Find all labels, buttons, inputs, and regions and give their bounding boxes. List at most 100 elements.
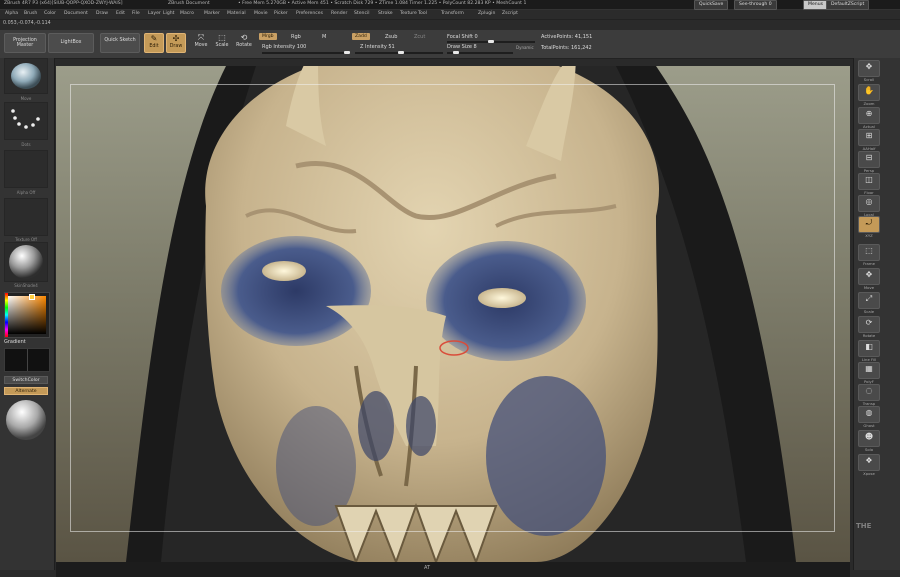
bottom-tray: AT <box>56 562 850 577</box>
menu-zplugin[interactable]: Zplugin <box>478 11 495 16</box>
gradient-swatches[interactable] <box>4 348 50 372</box>
mrgb-toggle[interactable]: Mrgb <box>259 33 277 40</box>
rgb-intensity-track[interactable] <box>262 52 350 54</box>
alpha-slot[interactable] <box>4 150 48 188</box>
focal-shift-slider[interactable]: Focal Shift 0 <box>447 34 478 40</box>
rt-frame-button[interactable]: ⬚ <box>858 244 880 261</box>
zcut-toggle[interactable]: Zcut <box>414 34 425 40</box>
alternate-button[interactable]: Alternate <box>4 387 48 395</box>
menu-macro[interactable]: Macro <box>180 11 194 16</box>
menu-picker[interactable]: Picker <box>274 11 288 16</box>
sculpt-model[interactable] <box>56 66 850 562</box>
menu-zscript[interactable]: Zscript <box>502 11 518 16</box>
menu-render[interactable]: Render <box>331 11 347 16</box>
lightbox-button[interactable]: LightBox <box>48 33 94 53</box>
total-points-readout: TotalPoints: 161,242 <box>541 45 592 51</box>
scroll-icon: ✥ <box>865 62 873 71</box>
dynamic-toggle[interactable]: Dynamic <box>516 45 534 50</box>
z-intensity-knob[interactable] <box>398 51 404 54</box>
rt-local-button[interactable]: ◎ <box>858 195 880 212</box>
document-canvas[interactable] <box>56 66 850 562</box>
rt-move-label: Move <box>863 285 875 290</box>
actual-icon: ⊕ <box>865 109 873 118</box>
rt-move-button[interactable]: ✥ <box>858 268 880 285</box>
rgb-intensity-slider[interactable]: Rgb Intensity 100 <box>262 44 306 50</box>
rotate-button[interactable]: ⟲ Rotate <box>234 33 254 53</box>
rt-scale-label: Scale <box>863 309 875 314</box>
menu-document[interactable]: Document <box>64 11 88 16</box>
menu-material[interactable]: Material <box>227 11 246 16</box>
rt-aahalf-button[interactable]: ⊞ <box>858 129 880 146</box>
rt-scroll-button[interactable]: ✥ <box>858 60 880 77</box>
z-intensity-slider[interactable]: Z Intensity 51 <box>360 44 395 50</box>
focal-shift-knob[interactable] <box>488 40 494 43</box>
menu-marker[interactable]: Marker <box>204 11 220 16</box>
draw-button[interactable]: ✣ Draw <box>166 33 186 53</box>
draw-size-slider[interactable]: Draw Size 8 <box>447 44 477 50</box>
draw-size-knob[interactable] <box>453 51 459 54</box>
quicksave-button[interactable]: QuickSave <box>694 0 729 10</box>
menu-tool[interactable]: Tool <box>418 11 427 16</box>
switch-color-button[interactable]: SwitchColor <box>4 376 48 384</box>
texture-slot[interactable] <box>4 198 48 236</box>
default-zscript-button[interactable]: DefaultZScript <box>826 0 870 10</box>
color-picker[interactable] <box>4 292 50 338</box>
menu-layer[interactable]: Layer <box>148 11 161 16</box>
rotate-icon: ⟳ <box>865 318 873 327</box>
rgb-intensity-knob[interactable] <box>344 51 350 54</box>
menu-alpha[interactable]: Alpha <box>5 11 18 16</box>
color-square[interactable] <box>8 296 46 334</box>
menu-draw[interactable]: Draw <box>96 11 108 16</box>
rt-floor-button[interactable]: ◫ <box>858 173 880 190</box>
menu-light[interactable]: Light <box>163 11 174 16</box>
rt-line-fill-button[interactable]: ◧ <box>858 340 880 357</box>
edit-label: Edit <box>149 44 159 49</box>
rt-scale-button[interactable]: ⤢ <box>858 292 880 309</box>
rgb-toggle[interactable]: Rgb <box>291 34 301 40</box>
menu-preferences[interactable]: Preferences <box>296 11 323 16</box>
menu-file[interactable]: File <box>132 11 140 16</box>
rt-transp-button[interactable]: ◌ <box>858 384 880 401</box>
menu-brush[interactable]: Brush <box>24 11 37 16</box>
zsub-toggle[interactable]: Zsub <box>385 34 397 40</box>
material-slot[interactable] <box>4 242 48 282</box>
rt-polyf-button[interactable]: ▦ <box>858 362 880 379</box>
menu-edit[interactable]: Edit <box>116 11 125 16</box>
menu-color[interactable]: Color <box>44 11 56 16</box>
rt-ghost-label: Ghost <box>863 423 875 428</box>
stroke-label: Dots <box>21 142 31 147</box>
hue-strip[interactable] <box>5 293 8 337</box>
zadd-toggle[interactable]: Zadd <box>352 33 370 40</box>
rt-zoom-label: Zoom <box>863 101 875 106</box>
ghost-icon: ◍ <box>865 408 873 417</box>
document-title: ZBrush Document <box>168 1 210 6</box>
menu-movie[interactable]: Movie <box>254 11 268 16</box>
move-button[interactable]: ⤧ Move <box>192 33 210 53</box>
see-through-slider[interactable]: See-through 0 <box>734 0 777 10</box>
m-toggle[interactable]: M <box>322 34 326 40</box>
menu-transform[interactable]: Transform <box>441 11 464 16</box>
menus-button[interactable]: Menus <box>803 0 829 10</box>
bottom-tray-handle[interactable]: AT <box>424 565 430 571</box>
stroke-slot[interactable] <box>4 102 48 140</box>
edit-icon: ✎ <box>150 34 158 43</box>
brush-slot[interactable] <box>4 58 48 94</box>
menu-stencil[interactable]: Stencil <box>354 11 370 16</box>
material-sphere-icon <box>9 245 43 279</box>
menu-stroke[interactable]: Stroke <box>378 11 393 16</box>
rt-xyz-button[interactable]: ⤾ <box>858 216 880 233</box>
color-marker[interactable] <box>29 294 35 300</box>
rt-actual-button[interactable]: ⊕ <box>858 107 880 124</box>
projection-master-button[interactable]: Projection Master <box>4 33 46 53</box>
rt-xpose-button[interactable]: ❖ <box>858 454 880 471</box>
quick-sketch-button[interactable]: Quick Sketch <box>100 33 140 53</box>
rt-persp-button[interactable]: ⊟ <box>858 151 880 168</box>
edit-button[interactable]: ✎ Edit <box>144 33 164 53</box>
draw-label: Draw <box>169 44 183 49</box>
rt-solo-button[interactable]: ☻ <box>858 430 880 447</box>
rt-zoom-button[interactable]: ✋ <box>858 84 880 101</box>
rt-ghost-button[interactable]: ◍ <box>858 406 880 423</box>
scale-button[interactable]: ⬚ Scale <box>213 33 231 53</box>
menu-texture[interactable]: Texture <box>400 11 417 16</box>
rt-rotate-button[interactable]: ⟳ <box>858 316 880 333</box>
